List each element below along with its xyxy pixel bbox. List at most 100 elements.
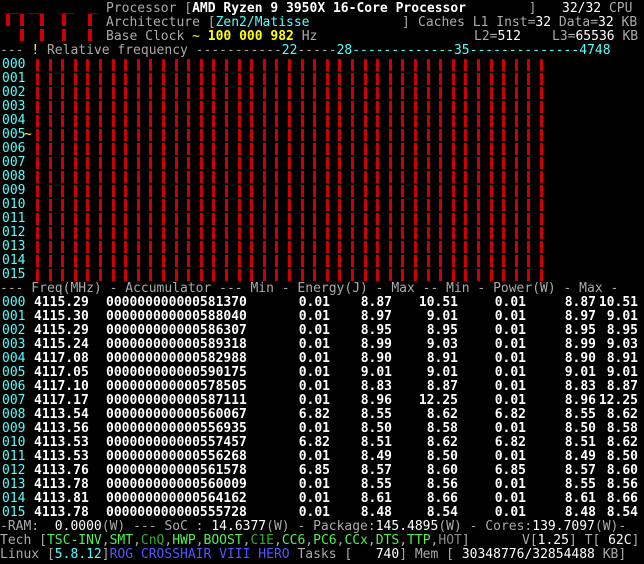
table-cell-pmin: 0.01 xyxy=(494,337,526,352)
frequency-bar-segment xyxy=(502,227,506,239)
core-label[interactable]: 009 xyxy=(2,183,25,198)
frequency-bar-segment xyxy=(136,185,140,197)
frequency-bar-segment xyxy=(426,199,430,211)
frequency-bar-segment xyxy=(111,101,115,113)
frequency-bar-segment xyxy=(262,227,266,239)
frequency-bar-segment xyxy=(502,59,506,71)
frequency-bar-segment xyxy=(262,143,266,155)
frequency-bar-segment xyxy=(401,269,405,281)
frequency-bar-segment xyxy=(514,171,518,183)
frequency-bar-segment xyxy=(262,101,266,113)
frequency-bar-segment xyxy=(401,115,405,127)
frequency-bar-segment xyxy=(36,171,39,183)
frequency-bar-segment xyxy=(514,87,518,99)
frequency-bar-segment xyxy=(174,101,178,113)
frequency-bar-segment xyxy=(212,59,216,71)
frequency-bar-segment xyxy=(48,73,52,85)
frequency-bar-segment xyxy=(489,73,493,85)
frequency-bar-segment xyxy=(451,171,455,183)
frequency-bar-segment xyxy=(48,59,52,71)
frequency-bar-segment xyxy=(36,269,39,281)
frequency-bar-segment xyxy=(502,129,506,141)
frequency-bar-segment xyxy=(313,241,317,253)
core-label[interactable]: 006 xyxy=(2,141,25,156)
frequency-bar-segment xyxy=(86,213,90,225)
table-cell-emin: 6.85 xyxy=(298,463,330,478)
frequency-bar-segment xyxy=(489,185,493,197)
frequency-bar-segment xyxy=(439,199,443,211)
core-label[interactable]: 012 xyxy=(2,225,25,240)
table-cell-p: 8.99 xyxy=(564,337,596,352)
frequency-bar-segment xyxy=(225,115,228,127)
tech-line: Tech [TSC-INV,SMT,CnQ,HWP,BOOST,C1E,CC6,… xyxy=(0,533,470,548)
core-label[interactable]: 001 xyxy=(2,71,25,86)
core-label[interactable]: 010 xyxy=(2,197,25,212)
table-cell-pmin: 0.01 xyxy=(494,421,526,436)
table-cell-freq: 4115.24 xyxy=(34,337,89,352)
frequency-bar-segment xyxy=(451,59,455,71)
frequency-bar-segment xyxy=(540,59,543,71)
tech-flag: BOOST xyxy=(203,533,243,548)
frequency-bar-segment xyxy=(124,115,128,127)
frequency-bar-segment xyxy=(174,59,178,71)
core-label[interactable]: 000 xyxy=(2,57,25,72)
core-label[interactable]: 004 xyxy=(2,113,25,128)
frequency-bar-segment xyxy=(36,59,39,71)
frequency-bar-segment xyxy=(124,171,128,183)
frequency-bar-segment xyxy=(187,269,191,281)
table-cell-p: 8.61 xyxy=(564,491,596,506)
frequency-bar-segment xyxy=(262,87,266,99)
core-label[interactable]: 011 xyxy=(2,211,25,226)
frequency-bar-segment xyxy=(363,213,367,225)
core-label[interactable]: 015 xyxy=(2,267,25,282)
frequency-bar-segment xyxy=(187,157,191,169)
core-label[interactable]: 007 xyxy=(2,155,25,170)
table-cell-e: 8.90 xyxy=(360,351,392,366)
frequency-bar-segment xyxy=(262,255,266,267)
table-cell-emax: 9.03 xyxy=(426,337,458,352)
frequency-bar-segment xyxy=(477,185,480,197)
frequency-bar-segment xyxy=(388,199,392,211)
table-cell-freq: 4113.53 xyxy=(34,435,89,450)
frequency-bar-segment xyxy=(199,213,203,225)
frequency-bar-segment xyxy=(237,185,241,197)
frequency-bar-segment xyxy=(162,59,165,71)
table-cell-pmin: 0.01 xyxy=(494,323,526,338)
core-label[interactable]: 005 xyxy=(2,127,25,142)
frequency-bar-segment xyxy=(338,269,342,281)
frequency-bar-segment xyxy=(262,59,266,71)
table-cell-pmax: 8.66 xyxy=(606,491,638,506)
frequency-bar-segment xyxy=(174,255,178,267)
frequency-bar-segment xyxy=(300,227,304,239)
core-label[interactable]: 002 xyxy=(2,85,25,100)
frequency-bar-segment xyxy=(149,59,153,71)
core-label[interactable]: 008 xyxy=(2,169,25,184)
table-cell-pmin: 0.01 xyxy=(494,379,526,394)
processor-line: Processor [AMD Ryzen 9 3950X 16-Core Pro… xyxy=(106,1,537,16)
table-cell-freq: 4117.05 xyxy=(34,365,89,380)
frequency-bar-segment xyxy=(540,157,543,169)
frequency-bar-segment xyxy=(464,269,468,281)
table-cell-emax: 8.87 xyxy=(426,379,458,394)
frequency-bar-segment xyxy=(514,227,518,239)
core-label[interactable]: 003 xyxy=(2,99,25,114)
frequency-bar-segment xyxy=(313,129,317,141)
frequency-bar-segment xyxy=(212,157,216,169)
frequency-bar-segment xyxy=(61,59,65,71)
frequency-bar-segment xyxy=(225,185,228,197)
frequency-bar-segment xyxy=(149,129,153,141)
frequency-bar-segment xyxy=(414,171,417,183)
core-label[interactable]: 013 xyxy=(2,239,25,254)
frequency-bar-segment xyxy=(187,73,191,85)
frequency-bar-segment xyxy=(149,199,153,211)
frequency-bar-segment xyxy=(489,269,493,281)
frequency-bar-segment xyxy=(300,73,304,85)
frequency-bar-segment xyxy=(149,171,153,183)
table-cell-emin: 6.82 xyxy=(298,435,330,450)
table-cell-emax: 8.60 xyxy=(426,463,458,478)
frequency-bar-segment xyxy=(514,59,518,71)
frequency-bar-segment xyxy=(212,171,216,183)
core-label[interactable]: 014 xyxy=(2,253,25,268)
frequency-bar-segment xyxy=(325,115,329,127)
frequency-bar-segment xyxy=(451,227,455,239)
